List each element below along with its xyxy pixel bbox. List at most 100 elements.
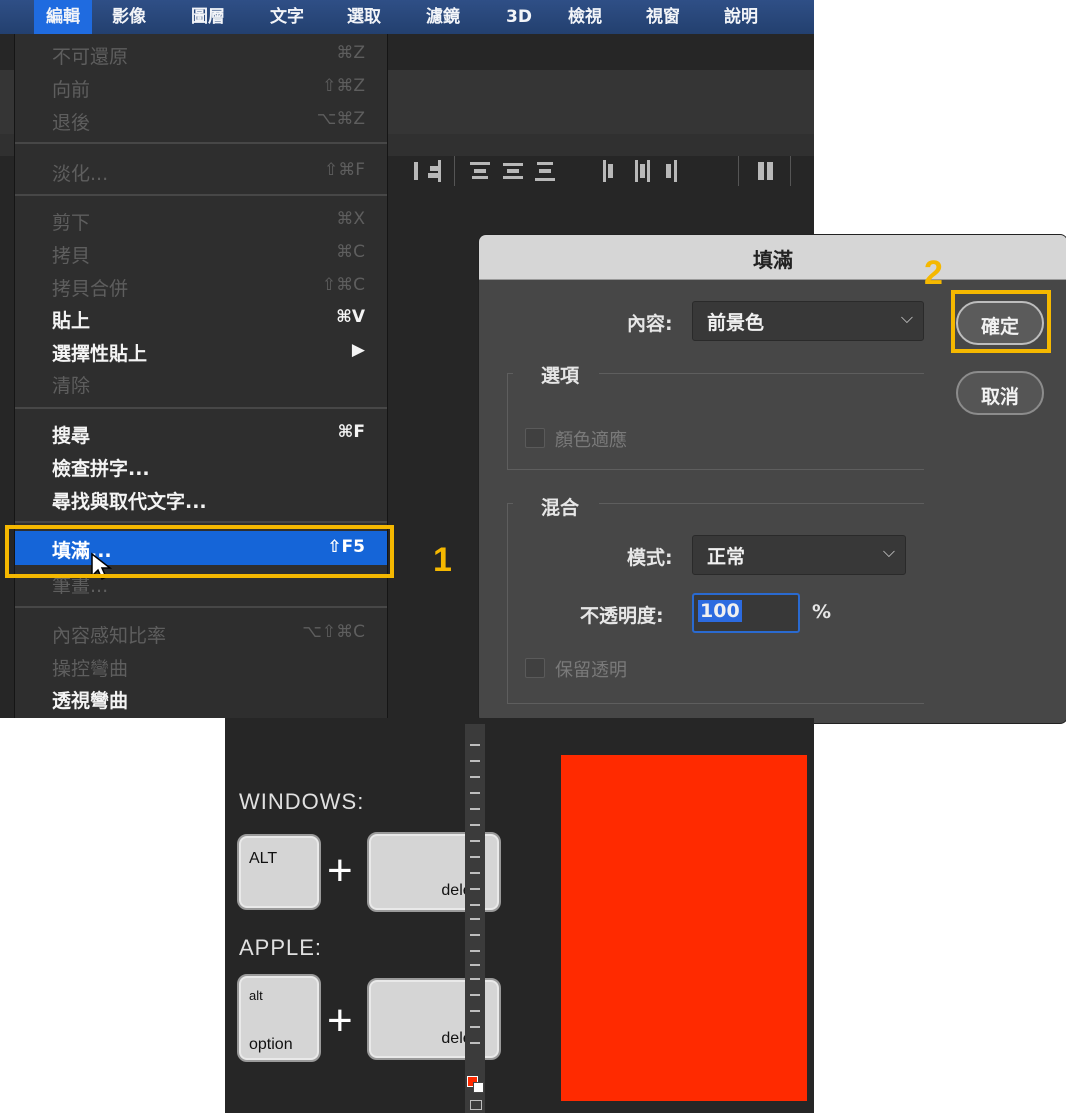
plus-sign: +: [327, 996, 353, 1045]
menu-3d[interactable]: 3D: [506, 0, 532, 34]
eraser-tool-icon[interactable]: [470, 904, 480, 906]
menu-item-label: 內容感知比率: [52, 625, 167, 647]
lasso-tool-icon[interactable]: [470, 776, 480, 778]
contents-select[interactable]: 前景色 ⌵: [692, 301, 924, 341]
menu-item-fade[interactable]: 淡化... ⇧⌘F: [15, 155, 387, 187]
distribute-right-icon[interactable]: [663, 158, 683, 184]
menu-item-copy[interactable]: 拷貝 ⌘C: [15, 237, 387, 269]
menu-select[interactable]: 選取: [347, 0, 381, 34]
menu-item-undo[interactable]: 不可還原 ⌘Z: [15, 38, 387, 70]
chevron-down-icon: ⌵: [882, 542, 895, 561]
group-border: [507, 373, 508, 469]
opacity-unit: %: [812, 601, 832, 623]
menu-item-check-spelling[interactable]: 檢查拼字...: [15, 450, 387, 482]
pen-tool-icon[interactable]: [470, 964, 480, 966]
menu-item-puppet-warp[interactable]: 操控彎曲: [15, 650, 387, 682]
stamp-tool-icon[interactable]: [470, 872, 480, 874]
menu-item-shortcut: ⌘V: [336, 307, 365, 327]
menu-edit[interactable]: 編輯: [34, 0, 92, 34]
group-border: [507, 503, 508, 703]
healing-tool-icon[interactable]: [470, 840, 480, 842]
menu-item-label: 尋找與取代文字...: [52, 491, 207, 513]
menu-item-label: 選擇性貼上: [52, 343, 148, 365]
blur-tool-icon[interactable]: [470, 934, 480, 936]
plus-sign: +: [327, 846, 353, 895]
distribute-left-icon[interactable]: [600, 158, 620, 184]
menu-item-label: 退後: [52, 112, 91, 134]
menu-item-label: 操控彎曲: [52, 658, 129, 680]
contents-label: 內容:: [627, 313, 673, 335]
quick-select-tool-icon[interactable]: [470, 792, 480, 794]
shape-tool-icon[interactable]: [470, 1010, 480, 1012]
background-color-swatch[interactable]: [473, 1082, 484, 1093]
quick-mask-icon[interactable]: [470, 1100, 482, 1110]
menu-item-shortcut: ⌘C: [336, 242, 365, 262]
opacity-value: 100: [698, 600, 742, 622]
menu-view[interactable]: 檢視: [568, 0, 602, 34]
zoom-tool-icon[interactable]: [470, 1042, 480, 1044]
menu-item-perspective-warp[interactable]: 透視彎曲: [15, 682, 387, 714]
align-icon[interactable]: [406, 158, 426, 184]
distribute-bottom-icon[interactable]: [535, 158, 555, 184]
menu-item-shortcut: ⌥⌘Z: [316, 109, 365, 129]
opacity-input[interactable]: 100: [692, 593, 800, 633]
cancel-button[interactable]: 取消: [956, 371, 1044, 415]
menu-item-label: 貼上: [52, 310, 91, 332]
menu-help[interactable]: 說明: [724, 0, 758, 34]
move-tool-icon[interactable]: [470, 744, 480, 746]
preserve-transparency-checkbox[interactable]: [525, 658, 545, 678]
menu-filter[interactable]: 濾鏡: [426, 0, 460, 34]
mode-select[interactable]: 正常 ⌵: [692, 535, 906, 575]
menu-layer[interactable]: 圖層: [191, 0, 225, 34]
fill-item-callout-box: [5, 525, 394, 578]
crop-tool-icon[interactable]: [470, 808, 480, 810]
menu-type[interactable]: 文字: [270, 0, 304, 34]
gradient-tool-icon[interactable]: [470, 918, 480, 920]
distribute-middle-icon[interactable]: [503, 158, 523, 184]
cancel-button-label: 取消: [980, 386, 1019, 408]
menu-item-label: 拷貝: [52, 245, 91, 267]
menu-window[interactable]: 視窗: [646, 0, 680, 34]
filled-canvas: [561, 755, 807, 1101]
menu-separator: [15, 606, 387, 608]
distribute-top-icon[interactable]: [470, 158, 490, 184]
mode-value: 正常: [707, 546, 746, 568]
menu-image[interactable]: 影像: [112, 0, 146, 34]
menu-item-content-aware-scale[interactable]: 內容感知比率 ⌥⇧⌘C: [15, 617, 387, 649]
blending-group-label: 混合: [541, 497, 580, 519]
menu-item-shortcut: ⌥⇧⌘C: [302, 622, 365, 642]
hand-tool-icon[interactable]: [470, 1026, 480, 1028]
menu-item-shortcut: ⇧⌘F: [323, 160, 365, 180]
menu-item-label: 透視彎曲: [52, 690, 129, 712]
menu-item-cut[interactable]: 剪下 ⌘X: [15, 204, 387, 236]
menu-item-clear[interactable]: 清除: [15, 367, 387, 399]
type-tool-icon[interactable]: [470, 978, 480, 980]
menu-item-find-replace[interactable]: 尋找與取代文字...: [15, 483, 387, 515]
distribute-spacing-icon[interactable]: [756, 158, 776, 184]
contents-value: 前景色: [707, 312, 765, 334]
menu-item-shortcut: ⌘F: [337, 422, 365, 442]
path-select-tool-icon[interactable]: [470, 994, 480, 996]
distribute-center-icon[interactable]: [632, 158, 652, 184]
menu-item-label: 剪下: [52, 212, 91, 234]
menu-item-copy-merged[interactable]: 拷貝合併 ⇧⌘C: [15, 270, 387, 302]
menu-bar: 編輯 影像 圖層 文字 選取 濾鏡 3D 檢視 視窗 說明: [0, 0, 814, 34]
menu-item-search[interactable]: 搜尋 ⌘F: [15, 417, 387, 449]
brush-tool-icon[interactable]: [470, 856, 480, 858]
menu-item-paste[interactable]: 貼上 ⌘V: [15, 302, 387, 334]
menu-item-label: 淡化...: [52, 163, 109, 185]
menu-item-paste-special[interactable]: 選擇性貼上 ▶: [15, 335, 387, 367]
color-adapt-checkbox[interactable]: [525, 428, 545, 448]
dodge-tool-icon[interactable]: [470, 950, 480, 952]
alt-small-label: alt: [249, 988, 263, 1003]
menu-item-shortcut: ⇧⌘Z: [322, 76, 365, 96]
marquee-tool-icon[interactable]: [470, 760, 480, 762]
menu-item-step-forward[interactable]: 向前 ⇧⌘Z: [15, 71, 387, 103]
menu-item-step-backward[interactable]: 退後 ⌥⌘Z: [15, 104, 387, 136]
eyedropper-tool-icon[interactable]: [470, 824, 480, 826]
edit-menu-dropdown: 不可還原 ⌘Z 向前 ⇧⌘Z 退後 ⌥⌘Z 淡化... ⇧⌘F 剪下 ⌘X 拷貝 ⌘C 拷貝…: [14, 34, 388, 718]
align-right-icon[interactable]: [426, 158, 446, 184]
history-brush-tool-icon[interactable]: [470, 888, 480, 890]
alt-key: ALT: [237, 834, 321, 910]
group-border: [507, 703, 924, 704]
